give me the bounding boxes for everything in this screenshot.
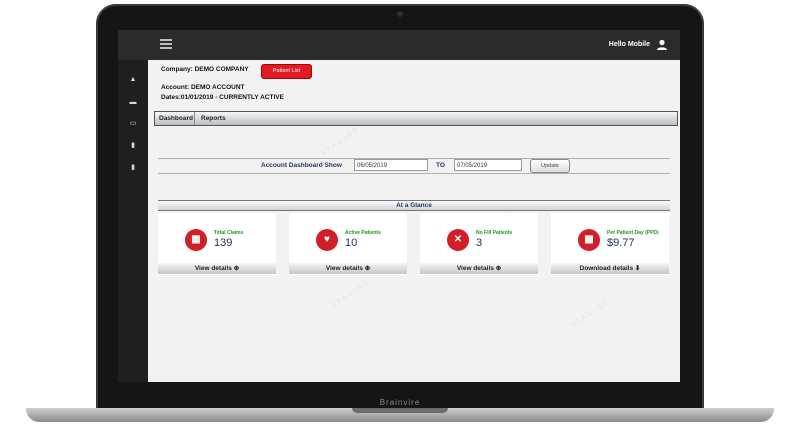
sidebar: ▲ ▬ ▭ ▮ ▮ [118, 60, 148, 382]
company-label: Company: DEMO COMPANY [161, 66, 249, 73]
folder-icon[interactable]: ▭ [129, 120, 137, 127]
file-icon[interactable]: ▮ [129, 164, 137, 171]
view-details-link[interactable]: View details ⊕ [420, 263, 538, 274]
to-label: TO [436, 162, 445, 169]
card-value: 3 [476, 237, 483, 249]
user-icon[interactable] [656, 38, 668, 50]
laptop-brand: Brainvire [379, 398, 421, 407]
watermark: STAGING [330, 277, 372, 310]
menu-icon[interactable] [160, 39, 172, 49]
tab-bar: Dashboard Reports [154, 111, 678, 126]
card-active-patients: ♥ Active Patients 10 View details ⊕ [289, 213, 407, 275]
x-circle-icon: ✕ [447, 229, 469, 251]
file-icon[interactable]: ▮ [129, 142, 137, 149]
view-details-link[interactable]: View details ⊕ [289, 263, 407, 274]
at-a-glance-header: At a Glance [158, 200, 670, 211]
tab-dashboard[interactable]: Dashboard [158, 112, 195, 125]
screen: Hello Mobile ▲ ▬ ▭ ▮ ▮ STAGING STAGING S… [118, 30, 680, 382]
watermark: STAGING [320, 125, 362, 158]
document-icon[interactable]: ▬ [129, 99, 137, 106]
card-value: $9.77 [607, 237, 635, 249]
card-per-patient-day: ▩ Per Patient Day (PPD) $9.77 Download d… [551, 213, 669, 275]
card-total-claims: ▦ Total Claims 139 View details ⊕ [158, 213, 276, 275]
tab-reports[interactable]: Reports [201, 112, 226, 125]
dates-label: Dates:01/01/2019 - CURRENTLY ACTIVE [161, 94, 284, 101]
download-details-link[interactable]: Download details ⬇ [551, 263, 669, 274]
patient-list-button[interactable]: Patient List [261, 64, 312, 79]
card-label: Per Patient Day (PPD) [607, 230, 659, 236]
to-date-field[interactable]: 07/05/2019 [454, 159, 522, 171]
update-button[interactable]: Update [530, 159, 570, 173]
account-label: Account: DEMO ACCOUNT [161, 84, 245, 91]
greeting: Hello Mobile [608, 41, 650, 48]
card-value: 10 [345, 237, 358, 249]
heart-pulse-icon: ♥ [316, 229, 338, 251]
card-label: Active Patients [345, 230, 381, 236]
laptop-notch [352, 408, 448, 413]
filter-label: Account Dashboard Show [261, 162, 342, 169]
main-content: STAGING STAGING STAGING STAGING Company:… [148, 60, 680, 382]
camera [397, 11, 403, 17]
card-label: No Fill Patients [476, 230, 513, 236]
card-no-fill-patients: ✕ No Fill Patients 3 View details ⊕ [420, 213, 538, 275]
from-date-field[interactable]: 06/05/2019 [354, 159, 428, 171]
date-filter-row: Account Dashboard Show 06/05/2019 TO 07/… [158, 158, 670, 174]
top-bar: Hello Mobile [118, 30, 680, 60]
card-value: 139 [214, 237, 233, 249]
table-icon: ▦ [185, 229, 207, 251]
graduation-cap-icon[interactable]: ▲ [129, 76, 137, 83]
watermark: STAGING [570, 297, 612, 330]
view-details-link[interactable]: View details ⊕ [158, 263, 276, 274]
calculator-icon: ▩ [578, 229, 600, 251]
card-label: Total Claims [214, 230, 244, 236]
